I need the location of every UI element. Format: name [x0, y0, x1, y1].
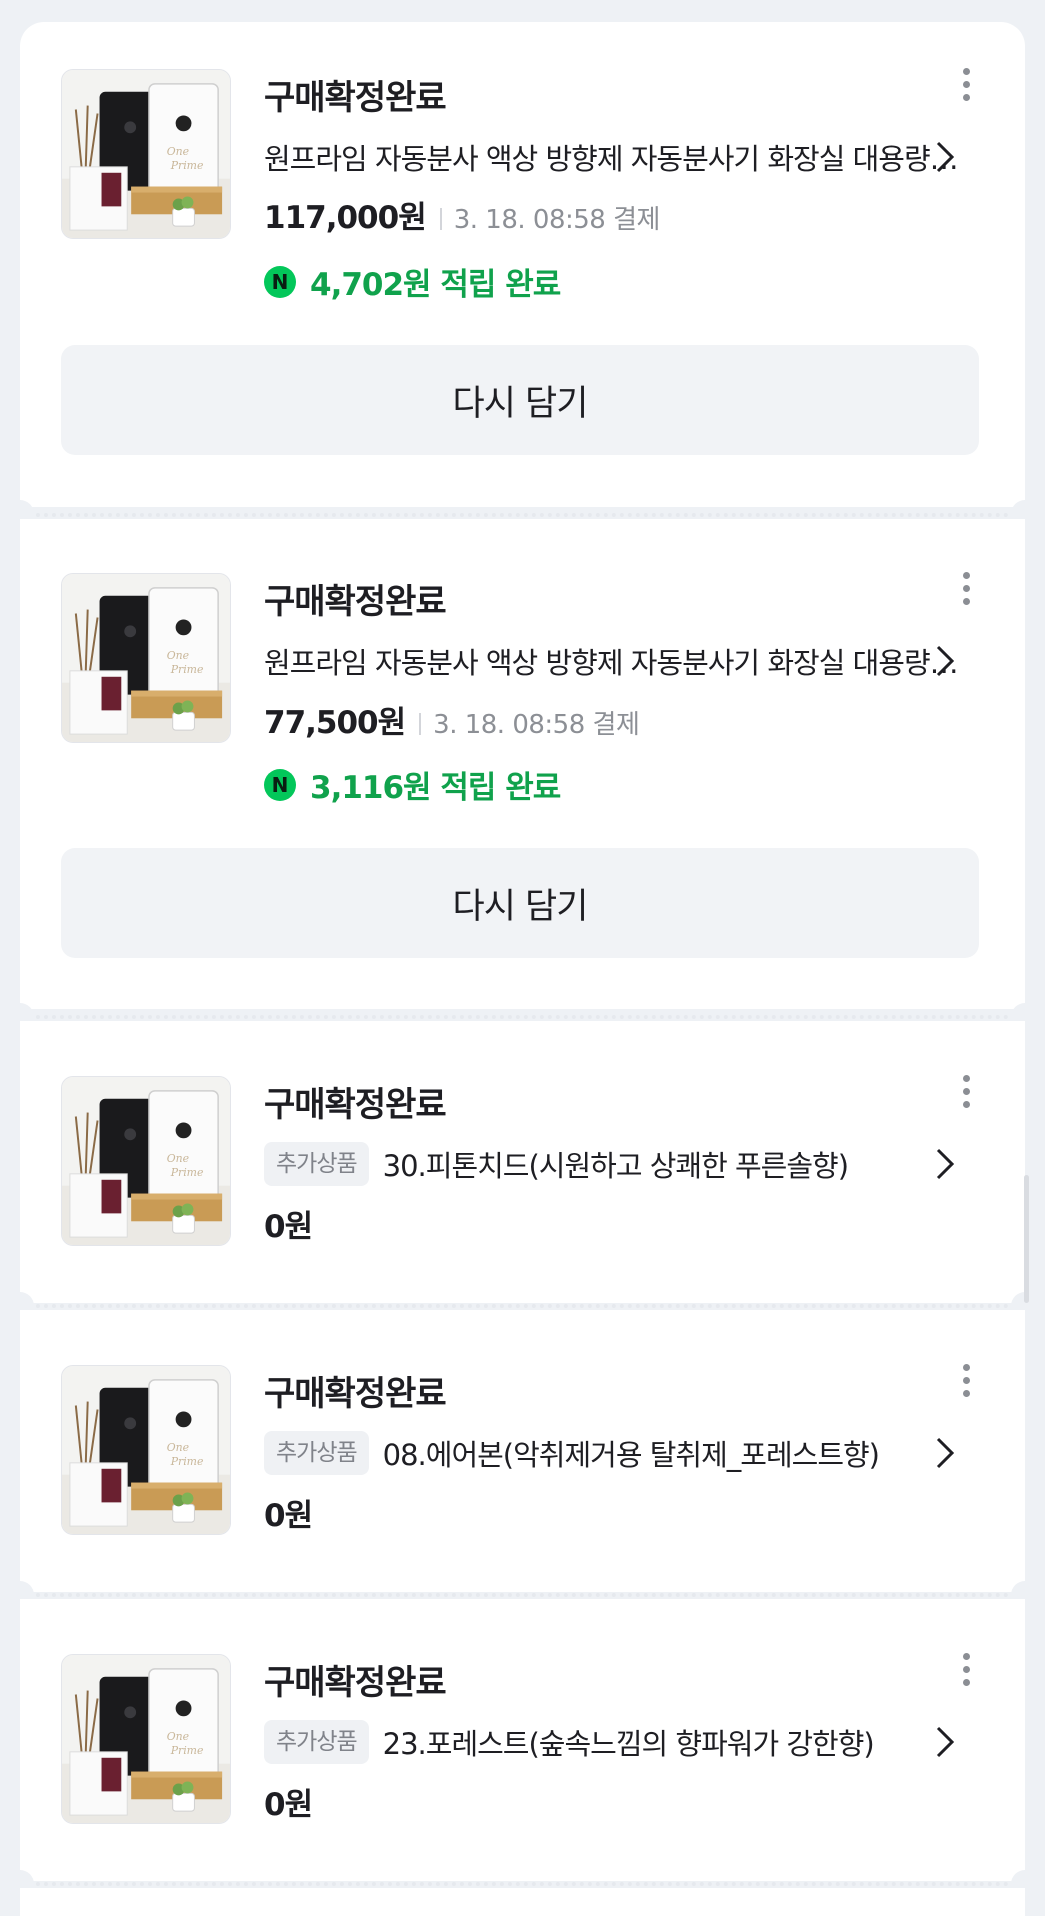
dotted-divider — [20, 513, 1025, 517]
dotted-divider — [20, 1882, 1025, 1886]
order-price: 0원 — [264, 1209, 313, 1245]
more-vertical-icon[interactable] — [955, 572, 977, 612]
product-title: 원프라임 자동분사 액상 방향제 자동분사기 화장실 대용량 디퓨저 — [264, 142, 964, 176]
dotted-divider — [20, 1304, 1025, 1308]
more-vertical-icon[interactable] — [955, 1653, 977, 1693]
price-row: 0원 — [264, 1201, 313, 1246]
chevron-right-icon[interactable] — [934, 1146, 956, 1182]
reward-row: N 4,702원 적립 완료 — [264, 259, 561, 304]
order-status: 구매확정완료 — [264, 582, 447, 622]
add-on-product-badge: 추가상품 — [264, 1142, 369, 1186]
order-card — [0, 1888, 1045, 1916]
divider — [439, 208, 442, 230]
dotted-divider — [20, 1593, 1025, 1597]
more-vertical-icon[interactable] — [955, 68, 977, 108]
product-title-link[interactable]: 추가상품 08.에어본(악취제거용 탈취제_포레스트향) — [264, 1429, 964, 1477]
product-thumbnail[interactable] — [61, 1654, 231, 1824]
product-thumbnail[interactable] — [61, 1076, 231, 1246]
chevron-right-icon[interactable] — [934, 643, 956, 679]
product-thumbnail[interactable] — [61, 69, 231, 239]
add-on-product-badge: 추가상품 — [264, 1431, 369, 1475]
re-add-to-cart-button[interactable]: 다시 담기 — [61, 848, 979, 958]
reward-row: N 3,116원 적립 완료 — [264, 762, 561, 807]
divider — [419, 713, 422, 735]
order-status: 구매확정완료 — [264, 1374, 447, 1414]
price-row: 0원 — [264, 1779, 313, 1824]
product-title: 08.에어본(악취제거용 탈취제_포레스트향) — [382, 1438, 880, 1472]
more-vertical-icon[interactable] — [955, 1075, 977, 1115]
chevron-right-icon[interactable] — [934, 1724, 956, 1760]
product-thumbnail[interactable] — [61, 1365, 231, 1535]
re-add-to-cart-button[interactable]: 다시 담기 — [61, 345, 979, 455]
price-row: 0원 — [264, 1490, 313, 1535]
order-price: 0원 — [264, 1787, 313, 1823]
payment-date: 3. 18. 08:58 결제 — [453, 205, 661, 235]
card-background — [20, 1888, 1025, 1916]
naver-pay-point-icon: N — [264, 265, 296, 298]
dotted-divider — [20, 1015, 1025, 1019]
price-row: 117,000원 3. 18. 08:58 결제 — [264, 192, 660, 237]
scrollbar[interactable] — [1024, 1175, 1029, 1303]
product-title: 원프라임 자동분사 액상 방향제 자동분사기 화장실 대용량 디퓨저 — [264, 646, 964, 680]
order-price: 0원 — [264, 1498, 313, 1534]
payment-date: 3. 18. 08:58 결제 — [433, 710, 640, 740]
chevron-right-icon[interactable] — [934, 139, 956, 175]
product-thumbnail[interactable] — [61, 573, 231, 743]
product-title-link[interactable]: 추가상품 23.포레스트(숲속느낌의 향파워가 강한향) — [264, 1718, 964, 1766]
order-status: 구매확정완료 — [264, 1663, 447, 1703]
product-title-link[interactable]: 원프라임 자동분사 액상 방향제 자동분사기 화장실 대용량 디퓨저 — [264, 133, 964, 181]
order-price: 117,000원 — [264, 200, 427, 236]
reward-text: 4,702원 적립 완료 — [310, 267, 561, 303]
add-on-product-badge: 추가상품 — [264, 1720, 369, 1764]
product-title: 23.포레스트(숲속느낌의 향파워가 강한향) — [382, 1727, 875, 1761]
product-title-link[interactable]: 추가상품 30.피톤치드(시원하고 상쾌한 푸른솔향) — [264, 1140, 964, 1188]
more-vertical-icon[interactable] — [955, 1364, 977, 1404]
chevron-right-icon[interactable] — [934, 1435, 956, 1471]
reward-text: 3,116원 적립 완료 — [310, 770, 561, 806]
order-status: 구매확정완료 — [264, 78, 447, 118]
order-status: 구매확정완료 — [264, 1085, 447, 1125]
product-title: 30.피톤치드(시원하고 상쾌한 푸른솔향) — [382, 1149, 849, 1183]
product-title-link[interactable]: 원프라임 자동분사 액상 방향제 자동분사기 화장실 대용량 디퓨저 — [264, 637, 964, 685]
naver-pay-point-icon: N — [264, 768, 296, 801]
order-price: 77,500원 — [264, 705, 406, 741]
price-row: 77,500원 3. 18. 08:58 결제 — [264, 697, 640, 742]
